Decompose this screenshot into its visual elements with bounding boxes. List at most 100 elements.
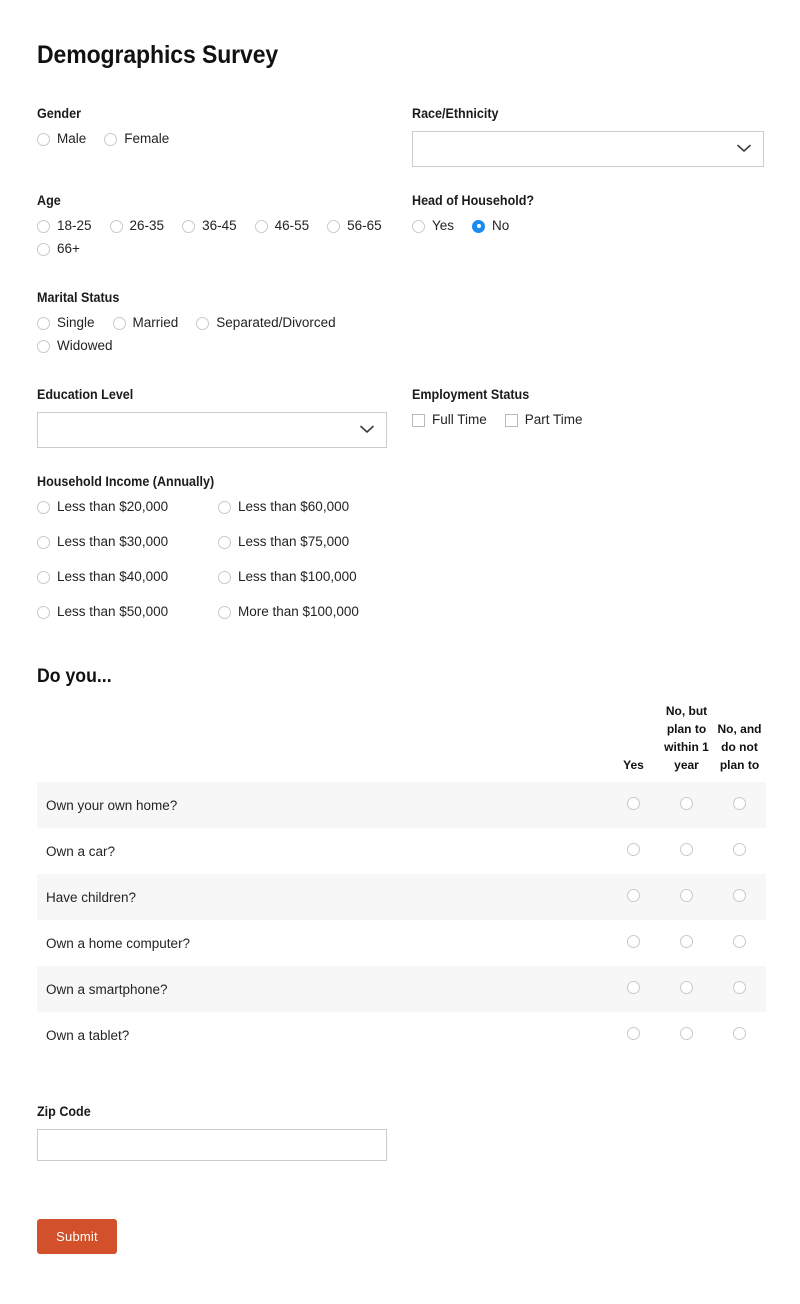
radio-icon[interactable] <box>37 132 50 146</box>
matrix-cell-home-computer-plan-to[interactable] <box>660 920 713 966</box>
income-option-lt-20000[interactable]: Less than $20,000 <box>37 499 218 516</box>
age-option-26-35[interactable]: 26-35 <box>109 218 164 235</box>
matrix-cell-own-home-plan-to[interactable] <box>660 782 713 829</box>
radio-icon[interactable] <box>112 316 126 330</box>
income-options: Less than $20,000 Less than $60,000 Less… <box>37 499 457 621</box>
radio-icon[interactable] <box>733 797 746 811</box>
radio-icon[interactable] <box>733 889 746 903</box>
marital-option-single[interactable]: Single <box>37 315 95 332</box>
radio-icon[interactable] <box>37 219 50 233</box>
matrix-cell-tablet-plan-to[interactable] <box>660 1012 713 1058</box>
matrix-cell-home-computer-yes[interactable] <box>607 920 660 966</box>
income-option-lt-50000[interactable]: Less than $50,000 <box>37 604 218 621</box>
matrix-cell-have-children-plan-to[interactable] <box>660 874 713 921</box>
income-option-gt-100000[interactable]: More than $100,000 <box>218 604 399 621</box>
radio-icon[interactable] <box>254 219 268 233</box>
race-select[interactable] <box>412 130 764 167</box>
education-select[interactable] <box>37 411 387 448</box>
chevron-down-icon <box>733 131 755 167</box>
employment-option-part-time[interactable]: Part Time <box>504 412 583 429</box>
matrix-cell-have-children-no-plan[interactable] <box>713 874 766 921</box>
option-label: Less than $40,000 <box>57 568 169 584</box>
radio-icon[interactable] <box>218 570 231 584</box>
marital-option-married[interactable]: Married <box>112 315 178 332</box>
age-option-56-65[interactable]: 56-65 <box>327 218 382 235</box>
radio-icon[interactable] <box>627 889 640 903</box>
radio-icon-selected[interactable] <box>472 219 486 233</box>
radio-icon[interactable] <box>218 500 231 514</box>
matrix-cell-own-home-yes[interactable] <box>607 782 660 829</box>
option-label: Female <box>124 130 170 146</box>
marital-option-separated-divorced[interactable]: Separated/Divorced <box>196 315 336 332</box>
matrix-cell-tablet-yes[interactable] <box>607 1012 660 1058</box>
age-option-36-45[interactable]: 36-45 <box>182 218 237 235</box>
head-of-household-field: Head of Household? Yes No <box>411 193 764 267</box>
income-option-lt-40000[interactable]: Less than $40,000 <box>37 569 218 586</box>
matrix-cell-own-home-no-plan[interactable] <box>713 782 766 829</box>
matrix-cell-smartphone-yes[interactable] <box>607 966 660 1013</box>
radio-icon[interactable] <box>733 935 746 949</box>
matrix-column-header-plan-to: No, but plan to within 1 year <box>664 704 709 773</box>
checkbox-icon[interactable] <box>504 413 518 427</box>
radio-icon[interactable] <box>37 339 50 353</box>
income-option-lt-30000[interactable]: Less than $30,000 <box>37 534 218 551</box>
radio-icon[interactable] <box>37 242 50 256</box>
head-of-household-option-yes[interactable]: Yes <box>412 218 454 235</box>
radio-icon[interactable] <box>412 219 425 233</box>
radio-icon[interactable] <box>104 132 118 146</box>
age-option-18-25[interactable]: 18-25 <box>37 218 92 235</box>
marital-option-widowed[interactable]: Widowed <box>37 338 113 355</box>
radio-icon[interactable] <box>680 797 693 811</box>
income-option-lt-100000[interactable]: Less than $100,000 <box>218 569 399 586</box>
matrix-cell-tablet-no-plan[interactable] <box>713 1012 766 1058</box>
radio-icon[interactable] <box>37 500 50 514</box>
matrix-cell-smartphone-no-plan[interactable] <box>713 966 766 1013</box>
radio-icon[interactable] <box>218 535 231 549</box>
income-option-lt-75000[interactable]: Less than $75,000 <box>218 534 399 551</box>
radio-icon[interactable] <box>627 797 640 811</box>
gender-option-female[interactable]: Female <box>104 131 169 148</box>
age-option-46-55[interactable]: 46-55 <box>254 218 309 235</box>
option-label: 36-45 <box>202 217 237 233</box>
radio-icon[interactable] <box>733 843 746 857</box>
option-label: No <box>492 217 510 233</box>
zip-input[interactable] <box>37 1129 387 1162</box>
employment-option-full-time[interactable]: Full Time <box>412 412 487 429</box>
matrix-cell-have-children-yes[interactable] <box>607 874 660 921</box>
matrix-cell-own-car-yes[interactable] <box>607 828 660 874</box>
radio-icon[interactable] <box>37 535 50 549</box>
radio-icon[interactable] <box>37 570 50 584</box>
radio-icon[interactable] <box>733 981 746 995</box>
radio-icon[interactable] <box>733 1027 746 1041</box>
radio-icon[interactable] <box>680 935 693 949</box>
matrix-title: Do you... <box>37 666 112 688</box>
radio-icon[interactable] <box>627 981 640 995</box>
income-option-lt-60000[interactable]: Less than $60,000 <box>218 499 399 516</box>
submit-button[interactable]: Submit <box>37 1219 117 1255</box>
matrix-cell-smartphone-plan-to[interactable] <box>660 966 713 1013</box>
age-option-66-plus[interactable]: 66+ <box>37 241 80 258</box>
radio-icon[interactable] <box>218 605 231 619</box>
radio-icon[interactable] <box>37 605 50 619</box>
gender-option-male[interactable]: Male <box>37 131 86 148</box>
matrix-cell-home-computer-no-plan[interactable] <box>713 920 766 966</box>
radio-icon[interactable] <box>109 219 123 233</box>
education-label: Education Level <box>37 386 134 402</box>
race-field: Race/Ethnicity <box>411 106 764 193</box>
radio-icon[interactable] <box>680 889 693 903</box>
matrix-column-header-no-plan: No, and do not plan to <box>717 722 762 773</box>
checkbox-icon[interactable] <box>412 413 425 427</box>
matrix-cell-own-car-plan-to[interactable] <box>660 828 713 874</box>
head-of-household-option-no[interactable]: No <box>472 218 509 235</box>
radio-icon[interactable] <box>627 843 640 857</box>
matrix-cell-own-car-no-plan[interactable] <box>713 828 766 874</box>
radio-icon[interactable] <box>627 1027 640 1041</box>
radio-icon[interactable] <box>627 935 640 949</box>
radio-icon[interactable] <box>327 219 341 233</box>
radio-icon[interactable] <box>680 843 693 857</box>
radio-icon[interactable] <box>196 316 210 330</box>
radio-icon[interactable] <box>680 1027 693 1041</box>
radio-icon[interactable] <box>37 316 50 330</box>
radio-icon[interactable] <box>680 981 693 995</box>
radio-icon[interactable] <box>182 219 196 233</box>
